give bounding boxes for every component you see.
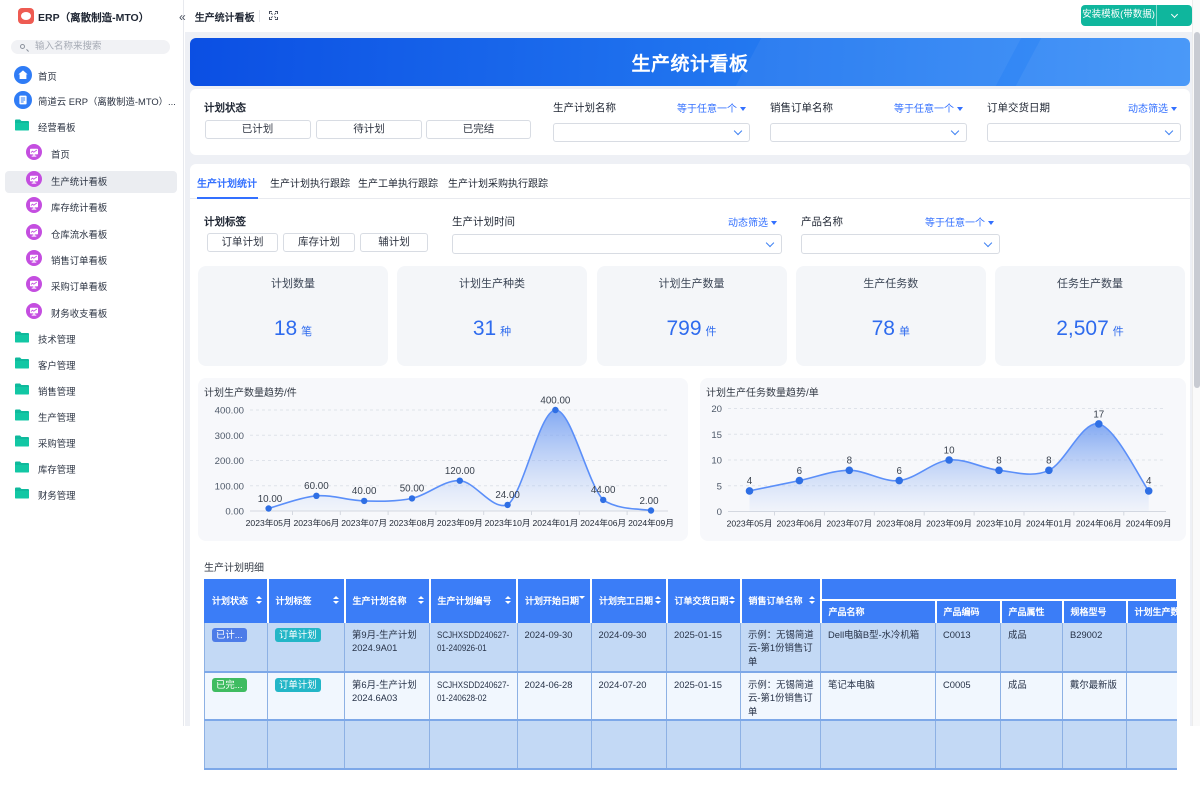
svg-text:10: 10 [944,446,955,457]
svg-text:2023年08月: 2023年08月 [876,518,922,529]
svg-text:6: 6 [797,466,803,477]
svg-text:300.00: 300.00 [215,431,244,442]
svg-text:0: 0 [717,507,722,518]
svg-text:2023年05月: 2023年05月 [727,518,773,529]
svg-text:20: 20 [711,404,722,415]
svg-text:100.00: 100.00 [215,481,244,492]
svg-text:17: 17 [1093,410,1104,421]
svg-text:400.00: 400.00 [540,396,571,407]
svg-text:10: 10 [711,456,722,467]
svg-text:120.00: 120.00 [445,466,476,477]
svg-text:2023年07月: 2023年07月 [341,517,387,528]
svg-text:2023年10月: 2023年10月 [485,517,531,528]
svg-text:2023年07月: 2023年07月 [826,518,872,529]
svg-text:2.00: 2.00 [639,496,659,507]
svg-text:2024年06月: 2024年06月 [1076,518,1122,529]
svg-text:2023年09月: 2023年09月 [926,518,972,529]
svg-text:8: 8 [1046,456,1052,467]
svg-text:10.00: 10.00 [258,494,283,505]
svg-text:2024年01月: 2024年01月 [1026,518,1072,529]
svg-text:6: 6 [896,466,902,477]
svg-text:200.00: 200.00 [215,456,244,467]
svg-text:8: 8 [996,456,1002,467]
svg-text:50.00: 50.00 [400,484,425,495]
svg-text:0.00: 0.00 [225,507,244,518]
svg-text:400.00: 400.00 [215,406,244,417]
svg-text:2024年01月: 2024年01月 [532,517,578,528]
svg-text:2023年10月: 2023年10月 [976,518,1022,529]
svg-text:5: 5 [717,481,722,492]
svg-text:24.00: 24.00 [495,490,520,501]
svg-text:2024年09月: 2024年09月 [1126,518,1172,529]
svg-text:4: 4 [1146,476,1152,487]
svg-text:2023年06月: 2023年06月 [293,517,339,528]
svg-text:4: 4 [747,476,753,487]
svg-text:44.00: 44.00 [591,485,616,496]
svg-text:2023年09月: 2023年09月 [437,517,483,528]
svg-text:40.00: 40.00 [352,486,377,497]
svg-text:60.00: 60.00 [304,481,329,492]
svg-text:8: 8 [847,456,853,467]
svg-text:2024年06月: 2024年06月 [580,517,626,528]
svg-text:2024年09月: 2024年09月 [628,517,674,528]
svg-text:2023年06月: 2023年06月 [776,518,822,529]
svg-text:15: 15 [711,430,722,441]
svg-text:2023年08月: 2023年08月 [389,517,435,528]
svg-text:2023年05月: 2023年05月 [246,517,292,528]
